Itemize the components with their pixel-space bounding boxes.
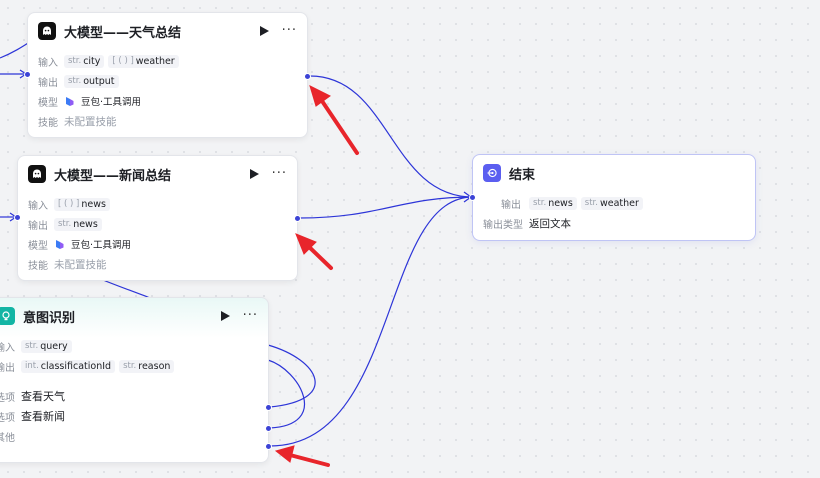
node-title: 大模型——新闻总结 bbox=[54, 168, 172, 184]
input-chip-query: str. query bbox=[21, 339, 72, 353]
run-node-button[interactable] bbox=[220, 311, 231, 321]
edge-intent-weather-loop[interactable] bbox=[267, 344, 316, 408]
skill-label: 技能 bbox=[28, 260, 48, 272]
output-chip-classificationid: int. classificationId bbox=[21, 359, 116, 373]
other-label: 其他 bbox=[0, 432, 15, 444]
option-news: 查看新闻 bbox=[21, 410, 65, 423]
edge-intent-other-to-end[interactable] bbox=[269, 196, 474, 447]
doubao-logo-icon bbox=[64, 96, 75, 107]
llm-ghost-icon bbox=[28, 165, 46, 183]
model-name: 豆包·工具调用 bbox=[71, 240, 132, 251]
skill-value: 未配置技能 bbox=[54, 258, 107, 271]
end-icon bbox=[483, 164, 501, 182]
output-chip-weather: str. weather bbox=[580, 196, 643, 210]
more-options-button[interactable]: ··· bbox=[243, 309, 258, 322]
edge-news-to-end[interactable] bbox=[299, 196, 474, 219]
edge-intent-news-loop[interactable] bbox=[267, 359, 305, 429]
red-arrow-icon bbox=[274, 445, 330, 467]
option-label: 选项 bbox=[0, 392, 15, 404]
option-weather-port[interactable] bbox=[265, 404, 272, 411]
node-title: 结束 bbox=[509, 167, 536, 183]
output-chip-output: str. output bbox=[64, 74, 119, 88]
red-arrow-icon bbox=[309, 85, 359, 155]
other-port[interactable] bbox=[265, 443, 272, 450]
output-port[interactable] bbox=[294, 215, 301, 222]
output-label: 输出 bbox=[28, 220, 48, 232]
output-chip-reason: str. reason bbox=[119, 359, 175, 373]
input-chip-news: [ ( ) ] news bbox=[54, 197, 110, 211]
model-label: 模型 bbox=[38, 97, 58, 109]
run-node-button[interactable] bbox=[259, 26, 270, 36]
input-chip-city: str. city bbox=[64, 54, 105, 68]
edge-weather-to-end[interactable] bbox=[309, 75, 474, 198]
run-node-button[interactable] bbox=[249, 169, 260, 179]
more-options-button[interactable]: ··· bbox=[282, 24, 297, 37]
more-options-button[interactable]: ··· bbox=[272, 167, 287, 180]
input-label: 输入 bbox=[38, 57, 58, 69]
output-type-value: 返回文本 bbox=[529, 217, 571, 230]
doubao-logo-icon bbox=[54, 239, 65, 250]
model-label: 模型 bbox=[28, 240, 48, 252]
intent-bulb-icon bbox=[0, 307, 15, 325]
output-port[interactable] bbox=[304, 73, 311, 80]
input-label: 输入 bbox=[28, 200, 48, 212]
red-arrow-icon bbox=[295, 233, 333, 270]
node-title: 意图识别 bbox=[23, 310, 76, 326]
output-chip-news: str. news bbox=[54, 217, 102, 231]
node-news-llm[interactable]: 大模型——新闻总结 ··· 输入 [ ( ) ] news 输出 str. news… bbox=[14, 155, 301, 281]
output-type-label: 输出类型 bbox=[483, 219, 523, 231]
input-port[interactable] bbox=[14, 214, 21, 221]
skill-label: 技能 bbox=[38, 117, 58, 129]
node-intent-recognition[interactable]: 意图识别 ··· 输入 str.query 输出 int.classificat… bbox=[0, 297, 272, 463]
node-title: 大模型——天气总结 bbox=[64, 25, 182, 41]
input-port[interactable] bbox=[24, 71, 31, 78]
output-label: 输出 bbox=[38, 77, 58, 89]
llm-ghost-icon bbox=[38, 22, 56, 40]
output-label: 输出 bbox=[501, 199, 521, 211]
input-label: 输入 bbox=[0, 342, 15, 354]
workflow-canvas[interactable]: 大模型——天气总结 ··· 输入 str. city [ ( ) ] weather… bbox=[0, 0, 820, 478]
input-port[interactable] bbox=[469, 194, 476, 201]
output-chip-news: str. news bbox=[529, 196, 577, 210]
option-weather: 查看天气 bbox=[21, 390, 65, 403]
output-label: 输出 bbox=[0, 362, 15, 374]
input-chip-weather: [ ( ) ] weather bbox=[108, 54, 179, 68]
skill-value: 未配置技能 bbox=[64, 115, 117, 128]
option-label: 选项 bbox=[0, 412, 15, 424]
node-end[interactable]: 结束 输出 str. news str. weather 输出类型 返回文本 bbox=[469, 154, 756, 241]
node-weather-llm[interactable]: 大模型——天气总结 ··· 输入 str. city [ ( ) ] weather… bbox=[24, 12, 311, 138]
option-news-port[interactable] bbox=[265, 425, 272, 432]
model-name: 豆包·工具调用 bbox=[81, 97, 142, 108]
